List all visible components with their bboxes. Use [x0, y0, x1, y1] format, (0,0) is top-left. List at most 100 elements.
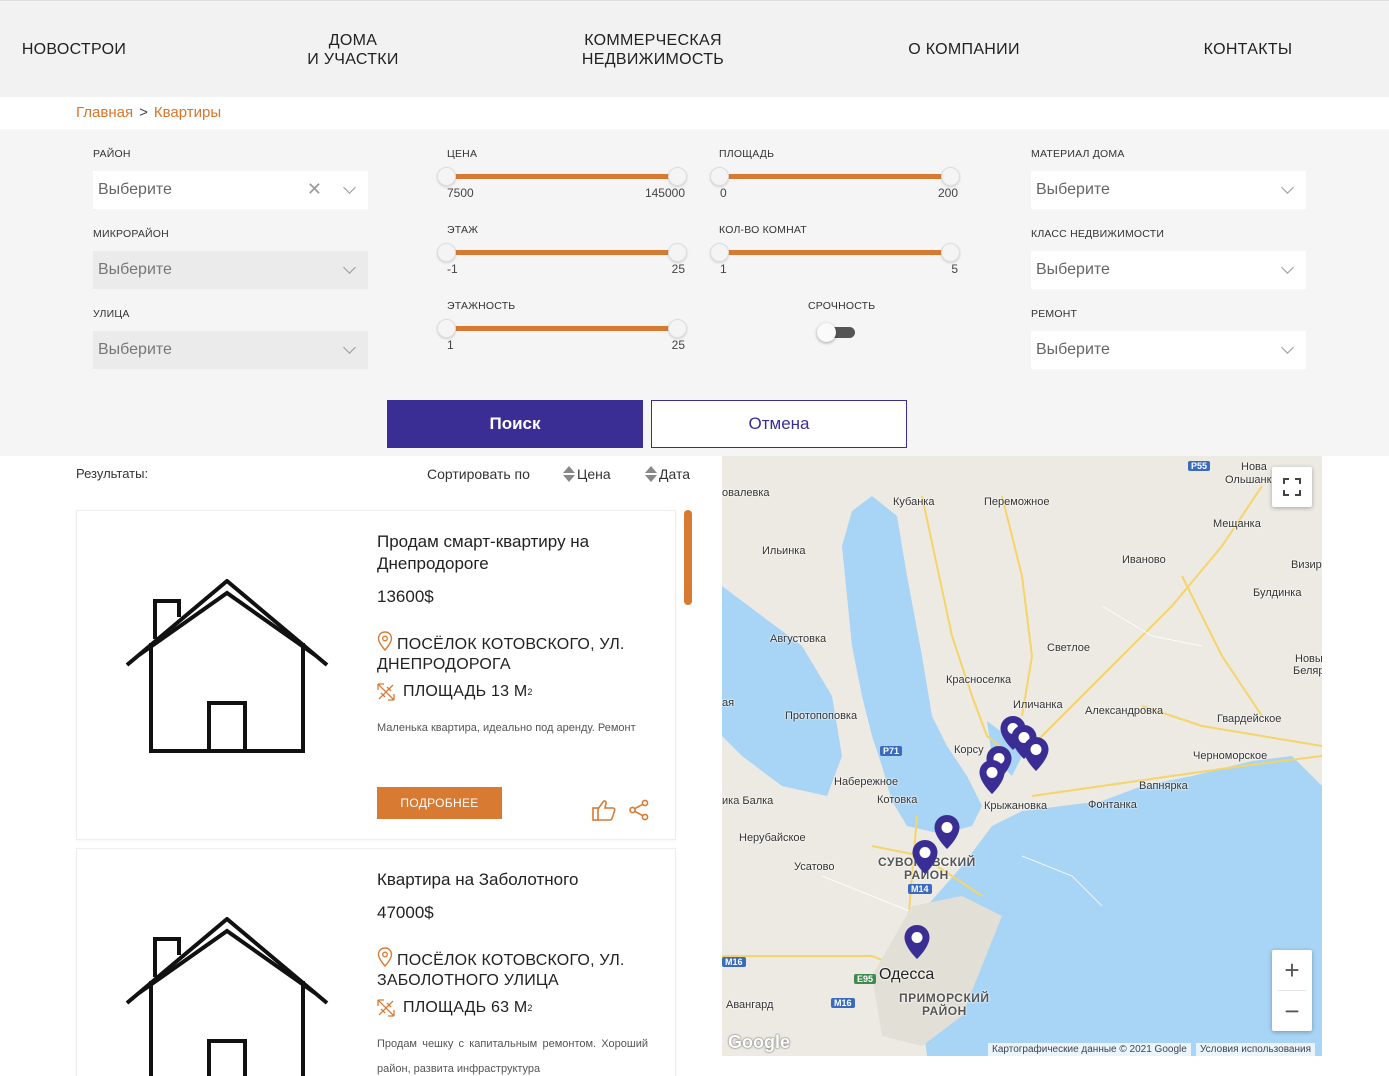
results-scrollbar[interactable]: [684, 510, 692, 605]
rooms-slider[interactable]: 1 5: [710, 243, 960, 284]
price-slider[interactable]: 7500 145000: [437, 167, 687, 208]
road-shield: P55: [1188, 461, 1211, 471]
listing-address: ПОСЁЛОК КОТОВСКОГО, УЛ. ДНЕПРОДОРОГА: [377, 631, 647, 675]
microdistrict-select[interactable]: Выберите: [93, 251, 368, 289]
street-select[interactable]: Выберите: [93, 331, 368, 369]
nav-houses-plots[interactable]: ДОМА И УЧАСТКИ: [278, 1, 428, 98]
map-label: Набережное: [834, 776, 899, 788]
material-select[interactable]: Выберите: [1031, 171, 1306, 209]
details-button[interactable]: ПОДРОБНЕЕ: [377, 787, 502, 819]
area-min-handle[interactable]: [710, 167, 729, 186]
district-label: РАЙОН: [93, 148, 131, 160]
map-label: Гвардейское: [1217, 713, 1282, 725]
sort-date-label: Дата: [659, 466, 691, 482]
map-label: Визир: [1291, 559, 1322, 571]
map-label: Новы: [1295, 653, 1322, 665]
fullscreen-button[interactable]: [1272, 467, 1312, 507]
sort-price-label: Цена: [577, 466, 611, 482]
road-shield: P71: [880, 746, 903, 756]
road-shield: M16: [722, 957, 746, 967]
cancel-button[interactable]: Отмена: [651, 400, 907, 448]
floors-total-slider[interactable]: 1 25: [437, 319, 687, 360]
district-select[interactable]: Выберите ✕: [93, 171, 368, 209]
map-label: Крыжановка: [984, 800, 1048, 812]
price-label: ЦЕНА: [447, 148, 478, 160]
floors-total-label: ЭТАЖНОСТЬ: [447, 300, 516, 312]
listing-card[interactable]: Продам смарт-квартиру на Днепродороге 13…: [76, 510, 676, 840]
map-label: ая: [722, 697, 735, 709]
listing-area: ПЛОЩАДЬ 13 М2: [377, 683, 533, 701]
share-icon[interactable]: [628, 799, 650, 821]
google-logo: Google: [728, 1032, 790, 1052]
sort-by-price[interactable]: Цена: [563, 466, 611, 482]
listing-card[interactable]: Квартира на Заболотного 47000$ ПОСЁЛОК К…: [76, 848, 676, 1076]
sort-by-date[interactable]: Дата: [645, 466, 690, 482]
breadcrumb: Главная > Квартиры: [76, 104, 221, 121]
map-city-label: Одесса: [879, 966, 935, 983]
thumbs-up-icon[interactable]: [592, 799, 616, 821]
listing-title[interactable]: Квартира на Заболотного: [377, 869, 637, 891]
map-marker[interactable]: [978, 759, 1006, 795]
listing-title[interactable]: Продам смарт-квартиру на Днепродороге: [377, 531, 637, 575]
nav-novostroi[interactable]: НОВОСТРОИ: [0, 1, 148, 98]
nav-contacts[interactable]: КОНТАКТЫ: [1180, 1, 1316, 98]
zoom-out-button[interactable]: −: [1272, 991, 1312, 1031]
map-label: Усатово: [794, 861, 835, 873]
breadcrumb-home[interactable]: Главная: [76, 104, 133, 121]
chevron-down-icon: [343, 261, 356, 274]
rooms-max-value: 5: [951, 262, 958, 276]
repair-select[interactable]: Выберите: [1031, 331, 1306, 369]
map-terms-link[interactable]: Условия использования: [1196, 1043, 1315, 1056]
map-label: Красноселка: [946, 674, 1012, 686]
listing-description: Маленька квартира, идеально под аренду. …: [377, 722, 636, 734]
location-pin-icon: [377, 947, 393, 967]
nav-commercial[interactable]: КОММЕРЧЕСКАЯ НЕДВИЖИМОСТЬ: [560, 1, 746, 98]
road-shield: M14: [908, 884, 932, 894]
urgent-toggle[interactable]: [817, 323, 857, 342]
house-icon: [125, 579, 329, 753]
material-value: Выберите: [1036, 181, 1110, 198]
rooms-min-value: 1: [720, 262, 727, 276]
map[interactable]: P55 Нова Ольшанка овалевка Кубанка Перем…: [722, 456, 1322, 1056]
nav-about[interactable]: О КОМПАНИИ: [890, 1, 1038, 98]
map-marker[interactable]: [1022, 736, 1050, 772]
price-max-handle[interactable]: [668, 167, 687, 186]
floor-min-value: -1: [447, 262, 458, 276]
map-marker[interactable]: [903, 924, 931, 960]
floor-slider[interactable]: -1 25: [437, 243, 687, 284]
area-max-handle[interactable]: [941, 167, 960, 186]
map-label: Вапнярка: [1139, 780, 1188, 792]
map-label: Августовка: [770, 633, 827, 645]
rooms-max-handle[interactable]: [941, 243, 960, 262]
sort-arrows-icon: [645, 466, 657, 482]
chevron-down-icon: [343, 341, 356, 354]
floor-min-handle[interactable]: [437, 243, 456, 262]
area-slider[interactable]: 0 200: [710, 167, 960, 208]
class-select[interactable]: Выберите: [1031, 251, 1306, 289]
breadcrumb-current[interactable]: Квартиры: [154, 104, 221, 121]
listing-description: Продам чешку с капитальным ремонтом. Хор…: [377, 1038, 648, 1075]
search-button[interactable]: Поиск: [387, 400, 643, 448]
map-label: Ольшанка: [1225, 474, 1278, 486]
zoom-in-button[interactable]: +: [1272, 950, 1312, 990]
listing-address: ПОСЁЛОК КОТОВСКОГО, УЛ. ЗАБОЛОТНОГО УЛИЦ…: [377, 947, 647, 991]
floors-total-max-handle[interactable]: [668, 319, 687, 338]
sort-arrows-icon: [563, 466, 575, 482]
fullscreen-icon: [1283, 478, 1301, 496]
price-min-handle[interactable]: [437, 167, 456, 186]
clear-icon[interactable]: ✕: [307, 179, 322, 200]
floors-total-min-handle[interactable]: [437, 319, 456, 338]
rooms-min-handle[interactable]: [710, 243, 729, 262]
map-marker[interactable]: [911, 839, 939, 875]
map-label: Нова: [1241, 461, 1267, 473]
street-label: УЛИЦА: [93, 308, 130, 320]
street-value: Выберите: [98, 341, 172, 358]
floor-max-handle[interactable]: [668, 243, 687, 262]
map-label: Светлое: [1047, 642, 1090, 654]
urgent-label: СРОЧНОСТЬ: [808, 300, 876, 312]
map-label: Котовка: [877, 794, 918, 806]
class-label: КЛАСС НЕДВИЖИМОСТИ: [1031, 228, 1165, 240]
listing-area: ПЛОЩАДЬ 63 М2: [377, 999, 533, 1017]
map-label: Нерубайское: [739, 832, 806, 844]
map-label: Иваново: [1122, 554, 1166, 566]
